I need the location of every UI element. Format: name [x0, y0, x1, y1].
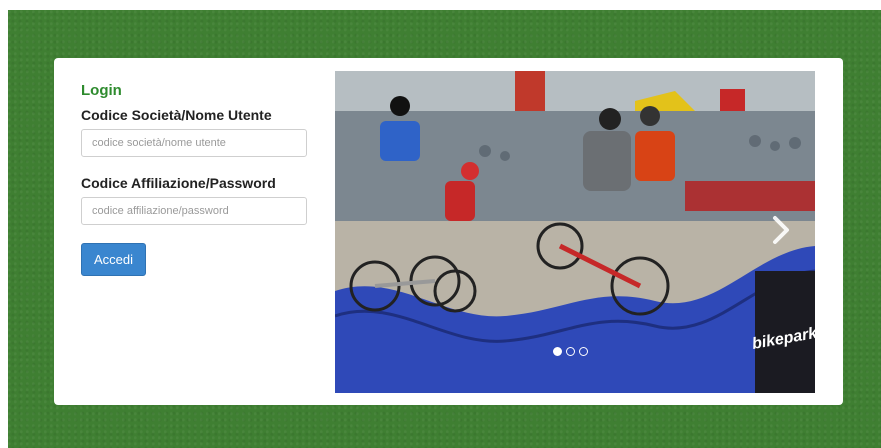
password-label: Codice Affiliazione/Password: [81, 175, 276, 191]
carousel-dot-2[interactable]: [566, 347, 575, 356]
username-input[interactable]: [81, 129, 307, 157]
login-title: Login: [81, 82, 122, 99]
login-button[interactable]: Accedi: [81, 243, 147, 276]
carousel-dot-3[interactable]: [579, 347, 588, 356]
login-card: Login Codice Società/Nome Utente Codice …: [54, 58, 843, 405]
carousel-next-button[interactable]: [769, 215, 793, 245]
login-panel: Login Codice Società/Nome Utente Codice …: [81, 82, 321, 276]
image-carousel: bikeparklab: [335, 71, 815, 393]
carousel-photo: bikeparklab: [335, 71, 815, 393]
carousel-indicators: [553, 347, 588, 356]
password-input[interactable]: [81, 197, 307, 225]
username-label: Codice Società/Nome Utente: [81, 107, 272, 123]
chevron-right-icon: [773, 216, 789, 244]
carousel-dot-1[interactable]: [553, 347, 562, 356]
